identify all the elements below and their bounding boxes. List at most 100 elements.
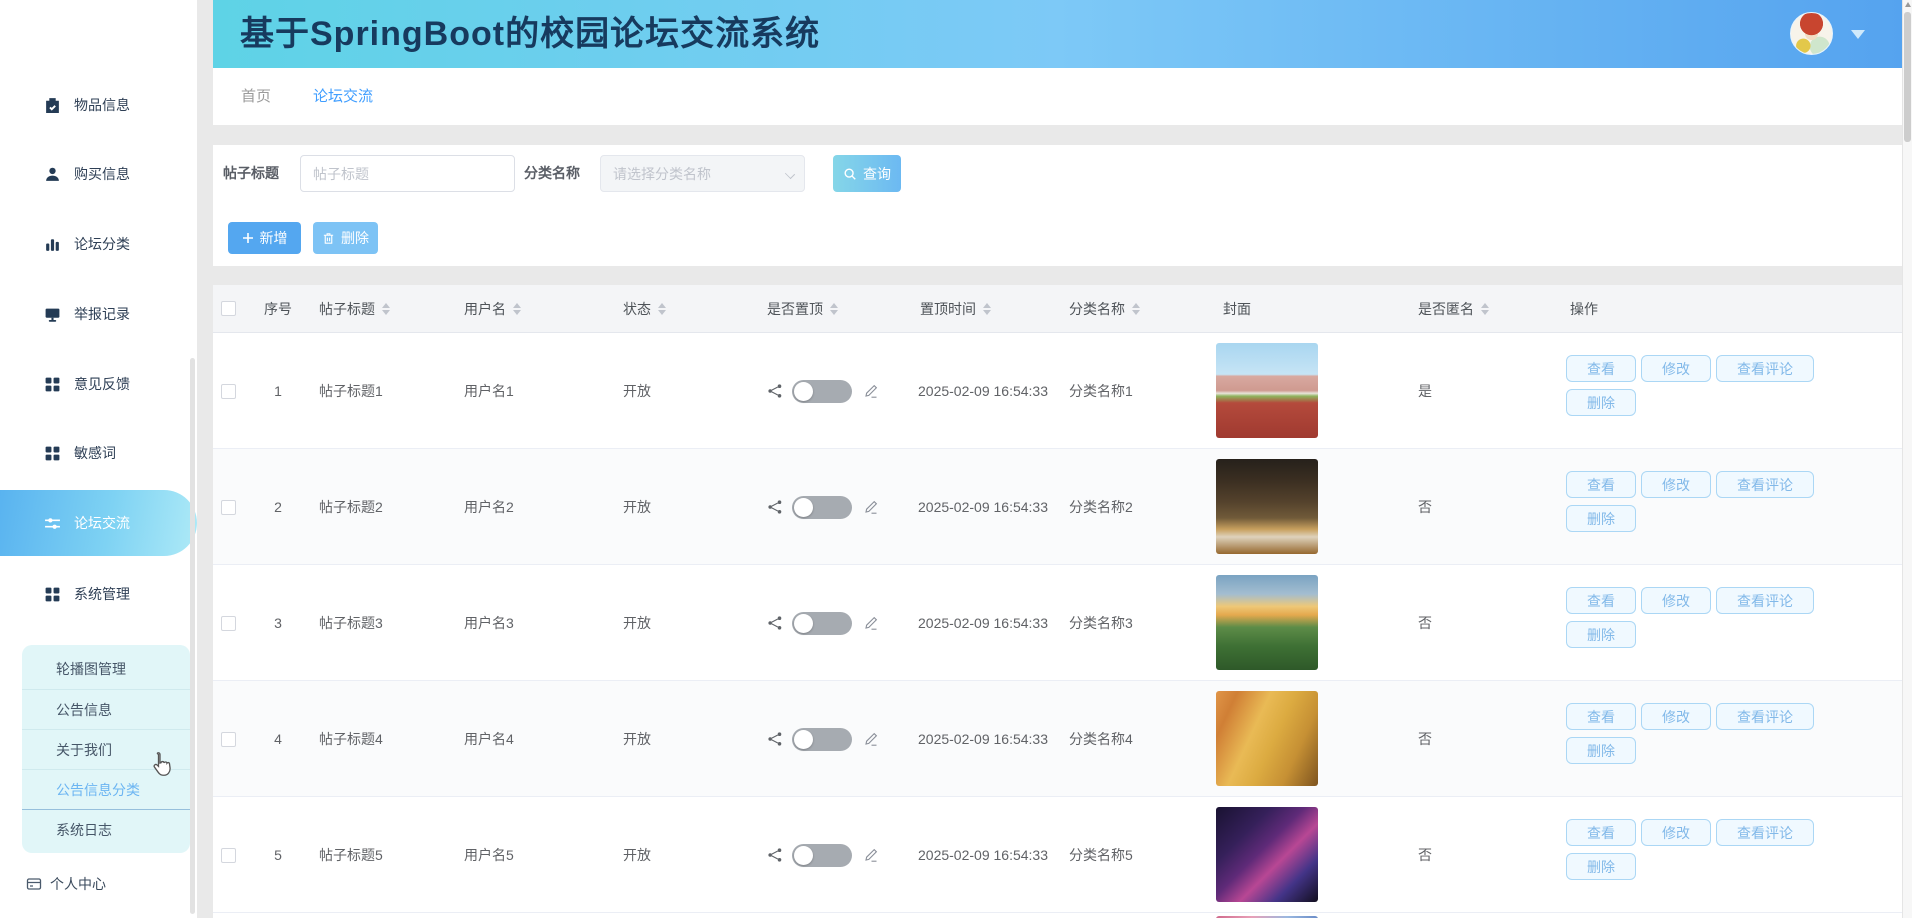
edit-pencil-icon[interactable]	[863, 499, 879, 515]
delete-row-button[interactable]: 删除	[1566, 621, 1636, 648]
share-icon[interactable]	[767, 847, 783, 863]
view-comments-button[interactable]: 查看评论	[1716, 819, 1814, 846]
row-checkbox[interactable]	[221, 847, 236, 863]
row-checkbox[interactable]	[221, 731, 236, 747]
delete-row-button[interactable]: 删除	[1566, 389, 1636, 416]
status-text: 开放	[623, 847, 651, 863]
submenu-item-about-us[interactable]: 关于我们	[22, 729, 190, 769]
post-title: 帖子标题1	[319, 383, 383, 399]
pin-toggle-off[interactable]	[792, 727, 852, 751]
sort-icon[interactable]	[1132, 303, 1140, 315]
row-checkbox[interactable]	[221, 383, 236, 399]
sidebar-item-label: 系统管理	[74, 586, 130, 602]
sidebar-item-sensitive-words[interactable]: 敏感词	[0, 431, 197, 475]
scroll-up-arrow-icon[interactable]	[1905, 2, 1911, 7]
view-button[interactable]: 查看	[1566, 703, 1636, 730]
tab-forum-exchange[interactable]: 论坛交流	[313, 68, 373, 125]
sort-icon[interactable]	[983, 303, 991, 315]
edit-button[interactable]: 修改	[1641, 819, 1711, 846]
sidebar-item-goods[interactable]: 物品信息	[0, 83, 197, 127]
edit-pencil-icon[interactable]	[863, 383, 879, 399]
view-button[interactable]: 查看	[1566, 819, 1636, 846]
sidebar-item-system-management[interactable]: 系统管理	[0, 572, 197, 616]
delete-row-button[interactable]: 删除	[1566, 853, 1636, 880]
sort-icon[interactable]	[513, 303, 521, 315]
sidebar-item-label: 意见反馈	[74, 376, 130, 392]
anonymous-flag: 否	[1418, 499, 1432, 515]
submenu-item-carousel[interactable]: 轮播图管理	[22, 649, 190, 689]
chevron-down-icon[interactable]	[1851, 30, 1865, 39]
query-button[interactable]: 查询	[833, 155, 901, 192]
username: 用户名3	[464, 615, 514, 631]
post-title: 帖子标题3	[319, 615, 383, 631]
pin-toggle-off[interactable]	[792, 379, 852, 403]
row-index: 3	[274, 615, 282, 631]
view-comments-button[interactable]: 查看评论	[1716, 587, 1814, 614]
sidebar-item-purchase[interactable]: 购买信息	[0, 152, 197, 196]
pin-toggle-off[interactable]	[792, 495, 852, 519]
toggle-knob	[794, 381, 813, 401]
row-index: 4	[274, 731, 282, 747]
pin-toggle-off[interactable]	[792, 843, 852, 867]
row-checkbox[interactable]	[221, 615, 236, 631]
post-title-input[interactable]	[300, 155, 515, 192]
chevron-down-icon	[784, 168, 796, 180]
edit-button[interactable]: 修改	[1641, 703, 1711, 730]
view-button[interactable]: 查看	[1566, 355, 1636, 382]
pin-time: 2025-02-09 16:54:33	[918, 383, 1048, 399]
share-icon[interactable]	[767, 383, 783, 399]
col-category: 分类名称	[1069, 285, 1140, 333]
sort-icon[interactable]	[382, 303, 390, 315]
sidebar-item-forum-exchange-active[interactable]: 论坛交流	[0, 490, 197, 556]
submenu-item-announcement[interactable]: 公告信息	[22, 689, 190, 729]
page-scrollbar-thumb[interactable]	[1904, 12, 1911, 142]
category-name: 分类名称2	[1069, 499, 1133, 515]
delete-row-button[interactable]: 删除	[1566, 737, 1636, 764]
username: 用户名5	[464, 847, 514, 863]
card-icon	[26, 878, 42, 890]
sort-icon[interactable]	[1481, 303, 1489, 315]
sidebar-scrollbar-thumb[interactable]	[190, 358, 195, 914]
sidebar-item-label: 购买信息	[74, 166, 130, 182]
sort-icon[interactable]	[658, 303, 666, 315]
col-pin-time: 置顶时间	[920, 285, 991, 333]
sidebar-item-forum-category[interactable]: 论坛分类	[0, 222, 197, 266]
view-button[interactable]: 查看	[1566, 471, 1636, 498]
page-scrollbar[interactable]	[1902, 0, 1912, 918]
sidebar-item-label: 论坛交流	[74, 515, 130, 531]
select-all-checkbox[interactable]	[221, 301, 236, 316]
pin-toggle-off[interactable]	[792, 611, 852, 635]
view-comments-button[interactable]: 查看评论	[1716, 355, 1814, 382]
category-label: 分类名称	[524, 165, 580, 181]
edit-button[interactable]: 修改	[1641, 587, 1711, 614]
category-select[interactable]: 请选择分类名称	[600, 155, 805, 192]
submenu-item-system-log[interactable]: 系统日志	[22, 809, 190, 849]
add-button[interactable]: 新增	[228, 222, 301, 254]
view-comments-button[interactable]: 查看评论	[1716, 471, 1814, 498]
avatar[interactable]	[1790, 12, 1833, 55]
share-icon[interactable]	[767, 731, 783, 747]
sidebar-item-feedback[interactable]: 意见反馈	[0, 362, 197, 406]
edit-pencil-icon[interactable]	[863, 615, 879, 631]
table-row: 4 帖子标题4 用户名4 开放 2025-02-09 16:54:33 分类名称…	[213, 681, 1902, 797]
edit-pencil-icon[interactable]	[863, 731, 879, 747]
pin-time: 2025-02-09 16:54:33	[918, 499, 1048, 515]
toggle-knob	[794, 845, 813, 865]
submenu-item-announcement-category[interactable]: 公告信息分类	[22, 769, 190, 809]
sidebar-item-report-record[interactable]: 举报记录	[0, 292, 197, 336]
edit-button[interactable]: 修改	[1641, 355, 1711, 382]
delete-button[interactable]: 删除	[313, 222, 378, 254]
tab-home[interactable]: 首页	[241, 68, 271, 125]
sort-icon[interactable]	[830, 303, 838, 315]
view-comments-button[interactable]: 查看评论	[1716, 703, 1814, 730]
view-button[interactable]: 查看	[1566, 587, 1636, 614]
personal-center-link[interactable]: 个人中心	[26, 868, 106, 900]
search-panel: 帖子标题 分类名称 请选择分类名称 查询 新增 删除	[213, 145, 1902, 266]
delete-row-button[interactable]: 删除	[1566, 505, 1636, 532]
share-icon[interactable]	[767, 499, 783, 515]
edit-button[interactable]: 修改	[1641, 471, 1711, 498]
row-checkbox[interactable]	[221, 499, 236, 515]
share-icon[interactable]	[767, 615, 783, 631]
edit-pencil-icon[interactable]	[863, 847, 879, 863]
grid-icon	[45, 377, 60, 391]
